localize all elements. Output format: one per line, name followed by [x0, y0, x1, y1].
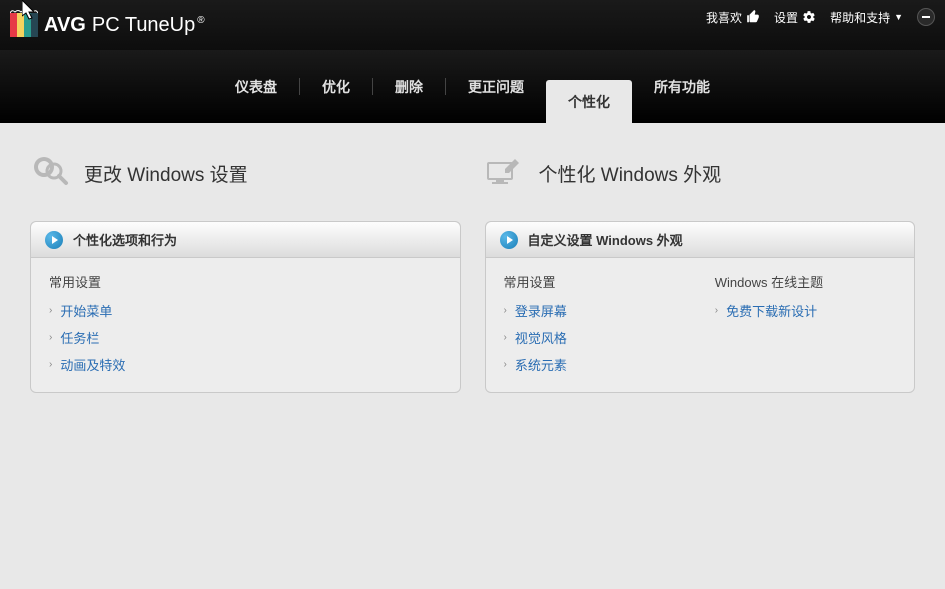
play-icon — [45, 231, 63, 249]
right-subheading-right: Windows 在线主题 — [715, 272, 896, 291]
settings-button[interactable]: 设置 — [774, 9, 816, 26]
like-label: 我喜欢 — [706, 9, 742, 26]
left-section-title: 更改 Windows 设置 — [84, 160, 248, 187]
chevron-right-icon: › — [504, 305, 507, 316]
link-login-screen[interactable]: ›登录屏幕 — [504, 301, 685, 320]
left-subheading: 常用设置 — [49, 272, 442, 291]
right-panel-header[interactable]: 自定义设置 Windows 外观 — [486, 222, 915, 258]
help-button[interactable]: 帮助和支持 ▼ — [830, 9, 903, 26]
help-label: 帮助和支持 — [830, 9, 890, 26]
chevron-right-icon: › — [715, 305, 718, 316]
navbar: 仪表盘 优化 删除 更正问题 个性化 所有功能 — [0, 50, 945, 123]
brand-product: PC TuneUp® — [92, 14, 205, 37]
link-free-download[interactable]: ›免费下载新设计 — [715, 301, 896, 320]
chevron-right-icon: › — [49, 305, 52, 316]
titlebar: AVG PC TuneUp® 我喜欢 设置 帮助和支持 ▼ — [0, 0, 945, 50]
tab-fix[interactable]: 更正问题 — [446, 50, 546, 123]
link-system-elements[interactable]: ›系统元素 — [504, 355, 685, 374]
tab-dashboard[interactable]: 仪表盘 — [213, 50, 299, 123]
play-icon — [500, 231, 518, 249]
right-panel-title: 自定义设置 Windows 外观 — [528, 230, 683, 249]
logo: AVG PC TuneUp® — [10, 9, 205, 41]
chevron-right-icon: › — [49, 359, 52, 370]
chevron-right-icon: › — [504, 332, 507, 343]
link-start-menu[interactable]: ›开始菜单 — [49, 301, 442, 320]
right-panel: 自定义设置 Windows 外观 常用设置 ›登录屏幕 ›视觉风格 ›系统元素 … — [485, 221, 916, 393]
chevron-down-icon: ▼ — [894, 12, 903, 22]
minimize-icon — [922, 16, 930, 18]
tab-personalize[interactable]: 个性化 — [546, 80, 632, 123]
thumbs-up-icon — [746, 10, 760, 24]
content: 更改 Windows 设置 个性化选项和行为 常用设置 ›开始菜单 ›任务栏 ›… — [0, 123, 945, 589]
link-visual-style[interactable]: ›视觉风格 — [504, 328, 685, 347]
link-taskbar[interactable]: ›任务栏 — [49, 328, 442, 347]
like-button[interactable]: 我喜欢 — [706, 9, 760, 26]
right-section-title: 个性化 Windows 外观 — [539, 160, 722, 187]
right-subheading-left: 常用设置 — [504, 272, 685, 291]
left-section-header: 更改 Windows 设置 — [30, 153, 461, 193]
tab-optimize[interactable]: 优化 — [300, 50, 372, 123]
monitor-brush-icon — [485, 153, 525, 193]
left-panel-title: 个性化选项和行为 — [73, 230, 177, 249]
settings-label: 设置 — [774, 9, 798, 26]
tab-delete[interactable]: 删除 — [373, 50, 445, 123]
avg-logo-icon — [10, 9, 38, 41]
left-panel: 个性化选项和行为 常用设置 ›开始菜单 ›任务栏 ›动画及特效 — [30, 221, 461, 393]
brand-avg: AVG — [44, 14, 86, 37]
chevron-right-icon: › — [504, 359, 507, 370]
gear-icon — [802, 10, 816, 24]
link-animations[interactable]: ›动画及特效 — [49, 355, 442, 374]
right-column: 个性化 Windows 外观 自定义设置 Windows 外观 常用设置 ›登录… — [485, 153, 916, 589]
left-column: 更改 Windows 设置 个性化选项和行为 常用设置 ›开始菜单 ›任务栏 ›… — [30, 153, 461, 589]
tab-all[interactable]: 所有功能 — [632, 50, 732, 123]
left-panel-header[interactable]: 个性化选项和行为 — [31, 222, 460, 258]
right-section-header: 个性化 Windows 外观 — [485, 153, 916, 193]
gear-search-icon — [30, 153, 70, 193]
chevron-right-icon: › — [49, 332, 52, 343]
minimize-button[interactable] — [917, 8, 935, 26]
